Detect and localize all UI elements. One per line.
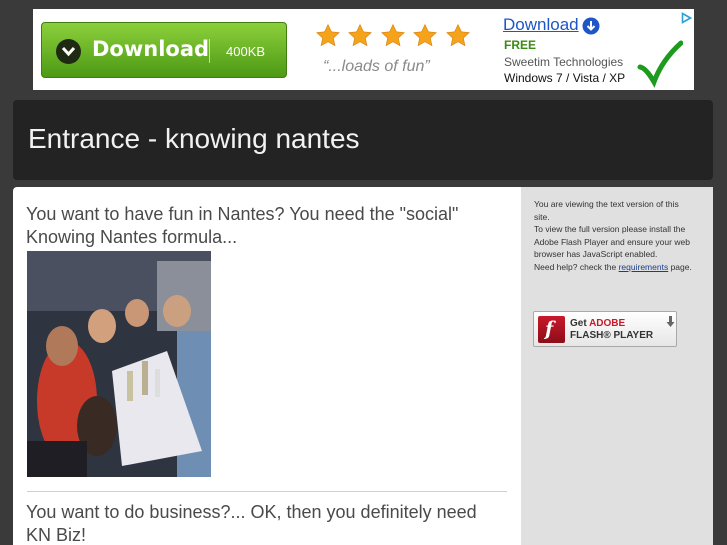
rating-stars xyxy=(315,23,473,49)
flash-notice: You are viewing the text version of this… xyxy=(534,198,694,273)
content-area: You want to have fun in Nantes? You need… xyxy=(13,187,713,545)
business-heading: You want to do business?... OK, then you… xyxy=(26,502,477,545)
ad-os-support: Windows 7 / Vista / XP xyxy=(504,71,626,85)
intro-heading: You want to have fun in Nantes? You need… xyxy=(26,204,459,247)
flash-get-text: Get xyxy=(570,318,590,329)
flash-get-label: Get ADOBE xyxy=(570,318,625,329)
sidebar: You are viewing the text version of this… xyxy=(521,187,713,545)
party-photo xyxy=(27,251,211,477)
ad-download-label: Download xyxy=(92,37,210,61)
ad-choices-icon[interactable] xyxy=(681,11,693,29)
star-icon xyxy=(445,23,473,49)
star-icon xyxy=(380,23,408,49)
notice-line-2: To view the full version please install … xyxy=(534,224,690,259)
requirements-link[interactable]: requirements xyxy=(619,262,669,272)
flash-icon: f xyxy=(538,316,565,343)
ad-company: Sweetim Technologies xyxy=(504,55,624,69)
flash-player-label: FLASH® PLAYER xyxy=(570,330,654,341)
ad-download-button[interactable]: Download 400KB xyxy=(41,22,287,78)
ad-free-label: FREE xyxy=(504,38,537,52)
help-prefix: Need help? check the xyxy=(534,261,619,272)
ad-tagline: “...loads of fun” xyxy=(323,58,430,75)
star-icon xyxy=(412,23,440,49)
notice-help: Need help? check the requirements page. xyxy=(534,261,694,274)
page-header: Entrance - knowing nantes xyxy=(13,100,713,180)
get-flash-player-button[interactable]: f Get ADOBE FLASH® PLAYER xyxy=(533,311,677,347)
download-arrow-icon xyxy=(666,315,675,333)
download-arrow-icon[interactable] xyxy=(582,17,600,40)
ad-button-divider xyxy=(209,39,210,63)
flash-adobe-text: ADOBE xyxy=(589,318,626,329)
ad-banner[interactable]: Download 400KB “...loads of fun” Downloa… xyxy=(33,9,694,90)
star-icon xyxy=(347,23,375,49)
notice-line-1: You are viewing the text version of this… xyxy=(534,199,679,222)
page-title: Entrance - knowing nantes xyxy=(28,123,360,154)
chevron-down-icon xyxy=(56,39,81,64)
main-column: You want to have fun in Nantes? You need… xyxy=(13,187,521,545)
section-divider xyxy=(27,491,507,492)
help-suffix: page. xyxy=(668,261,692,272)
ad-download-link[interactable]: Download xyxy=(503,15,579,35)
checkmark-icon xyxy=(637,40,684,93)
ad-download-size: 400KB xyxy=(226,44,266,59)
star-icon xyxy=(315,23,343,49)
